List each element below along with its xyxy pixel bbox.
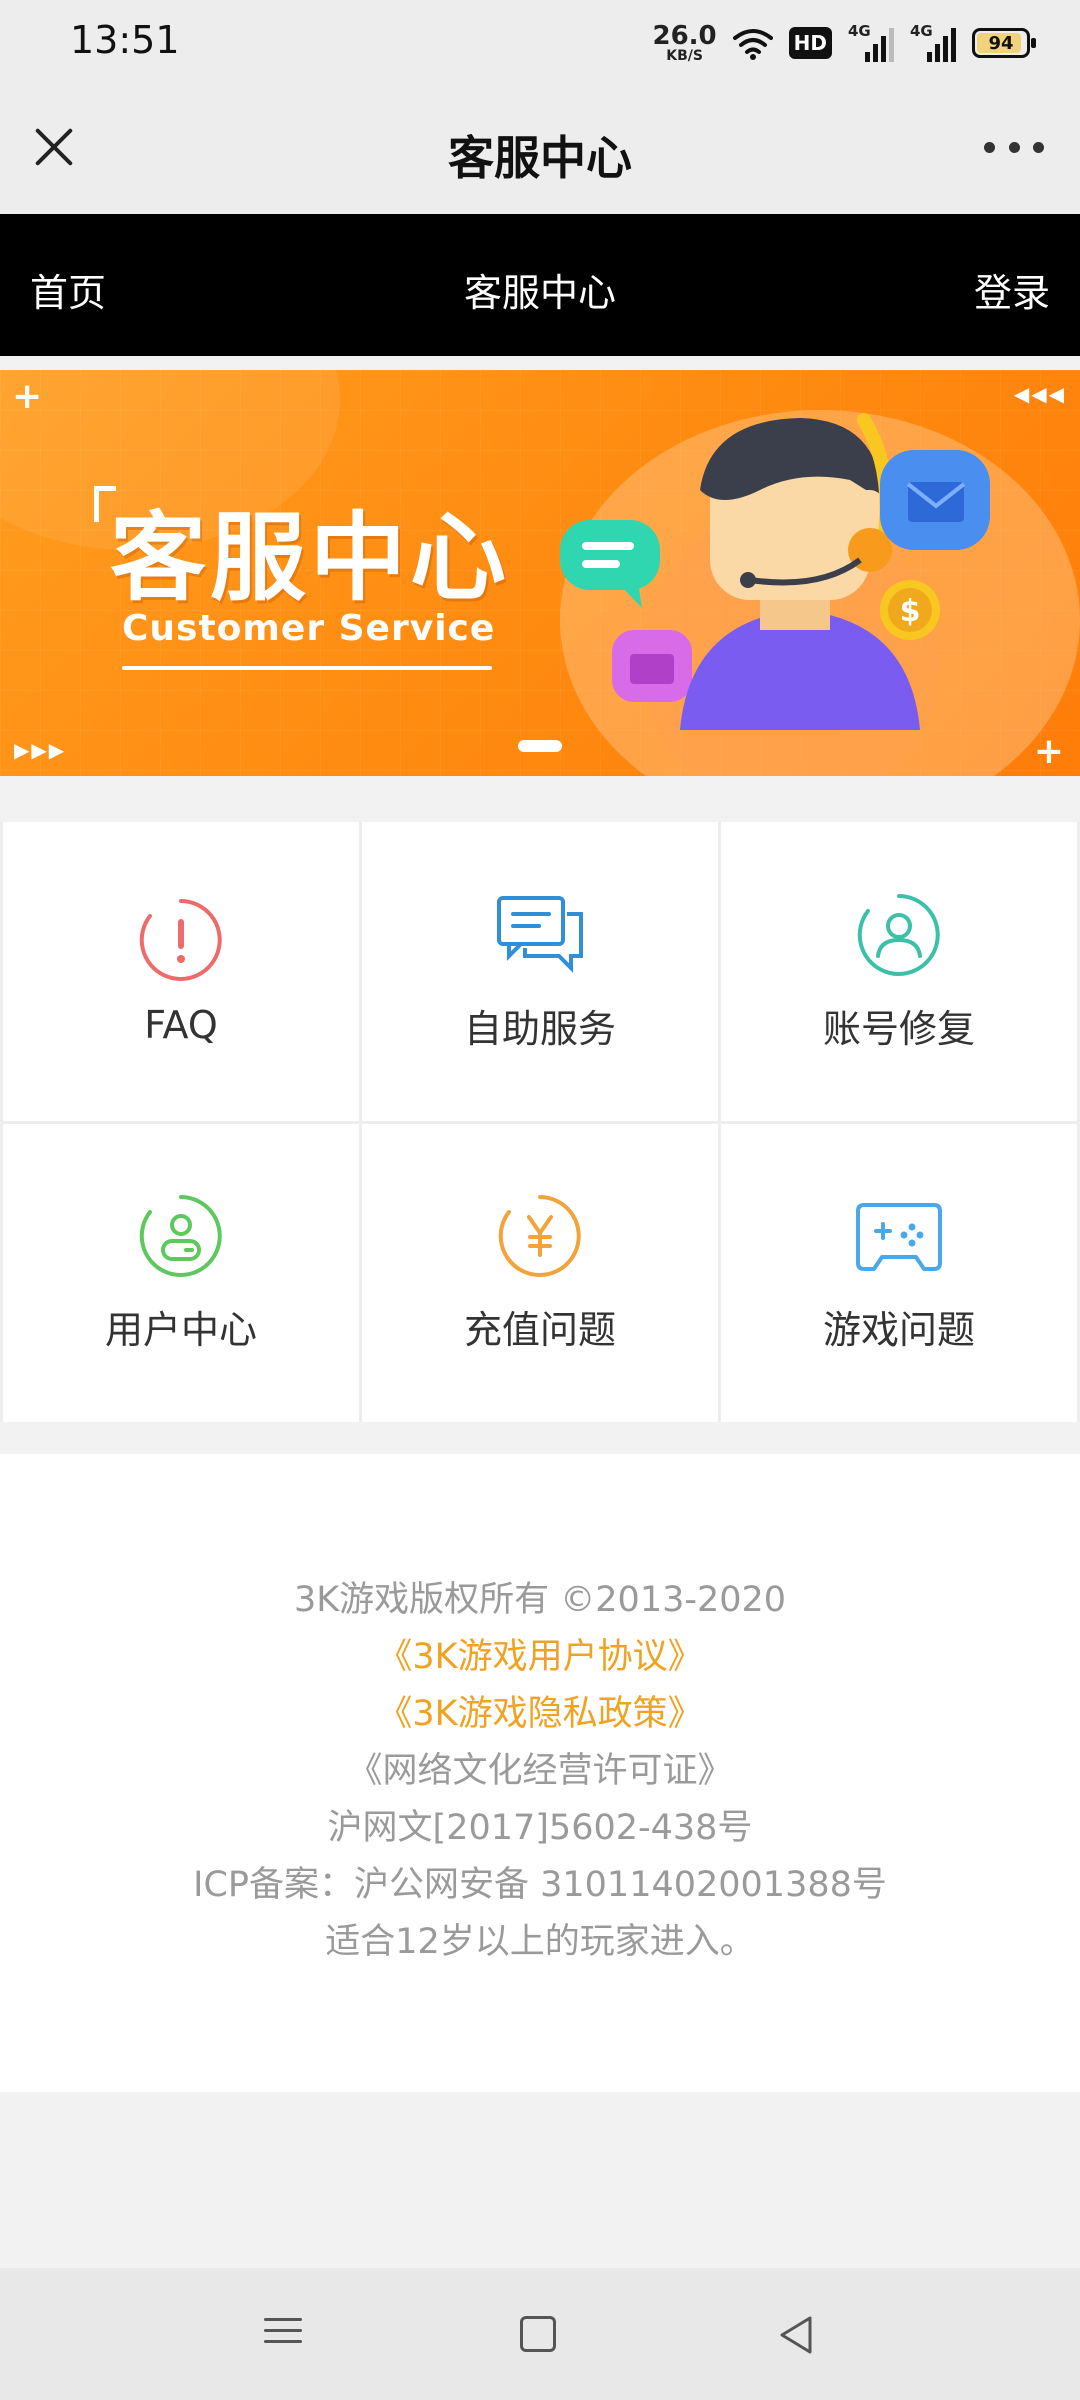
banner-title: 客服中心	[110, 502, 510, 614]
webview-title: 客服中心	[448, 131, 632, 185]
battery-level: 94	[988, 32, 1014, 54]
back-triangle-icon[interactable]	[772, 2310, 822, 2360]
battery-icon: 94	[972, 28, 1036, 58]
service-faq[interactable]: FAQ	[3, 822, 359, 1121]
service-label: 用户中心	[104, 1308, 257, 1353]
net-speed-value: 26.0	[652, 21, 717, 51]
webview-title-bar: 客服中心	[0, 84, 1080, 214]
icp-text: ICP备案：沪公网安备 31011402001388号	[193, 1865, 887, 1905]
signal-icon: 4G	[910, 22, 956, 62]
page-header: 首页 客服中心 登录	[0, 214, 1080, 356]
svg-text:$: $	[900, 594, 921, 629]
status-bar: 13:51 26.0 KB/S HD 4G 4G 94	[0, 0, 1080, 84]
status-icons: 26.0 KB/S HD 4G 4G 94	[653, 18, 1036, 68]
banner-carousel[interactable]: + + ◀◀◀ ▶▶▶ 客服中心 Customer Service $	[0, 370, 1080, 776]
carousel-indicator[interactable]	[518, 740, 562, 752]
login-link[interactable]: 登录	[974, 262, 1050, 317]
status-time: 13:51	[70, 18, 180, 62]
user-center-icon	[139, 1195, 222, 1278]
service-recharge[interactable]: 充值问题	[362, 1123, 718, 1422]
home-square-icon[interactable]	[514, 2310, 564, 2360]
banner-subtitle: Customer Service	[122, 608, 496, 649]
plus-decoration-icon: +	[1033, 731, 1064, 772]
service-label: FAQ	[144, 1003, 218, 1048]
service-grid: FAQ 自助服务 账号修复 用户中心 充值问题 游戏问题	[0, 822, 1080, 1422]
service-user-center[interactable]: 用户中心	[3, 1123, 359, 1422]
service-game-issues[interactable]: 游戏问题	[721, 1123, 1077, 1422]
license-number-text: 沪网文[2017]5602-438号	[327, 1808, 753, 1848]
age-notice-text: 适合12岁以上的玩家进入。	[325, 1922, 755, 1962]
net-speed: 26.0 KB/S	[653, 23, 717, 63]
yuan-coin-icon	[498, 1195, 581, 1278]
net-speed-unit: KB/S	[666, 48, 703, 64]
customer-service-agent-icon: $	[560, 413, 990, 730]
page-title: 客服中心	[463, 271, 616, 315]
arrows-decoration-icon: ◀◀◀	[1013, 382, 1066, 406]
alert-circle-icon	[139, 899, 222, 982]
service-label: 账号修复	[822, 1006, 975, 1051]
arrows-decoration-icon: ▶▶▶	[14, 738, 67, 762]
wifi-icon	[732, 29, 773, 60]
menu-icon[interactable]	[258, 2310, 308, 2360]
system-nav-bar	[0, 2268, 1080, 2400]
chat-bubbles-icon	[497, 895, 583, 973]
copyright-text: 3K游戏版权所有 ©2013-2020	[293, 1580, 787, 1620]
privacy-policy-link[interactable]: 《3K游戏隐私政策》	[0, 1686, 1080, 1743]
signal-icon: 4G	[848, 22, 894, 62]
plus-decoration-icon: +	[12, 376, 43, 417]
user-agreement-link[interactable]: 《3K游戏用户协议》	[0, 1629, 1080, 1686]
hd-icon: HD	[788, 27, 832, 59]
footer: 3K游戏版权所有 ©2013-2020 《3K游戏用户协议》 《3K游戏隐私政策…	[0, 1454, 1080, 2092]
service-label: 充值问题	[463, 1308, 616, 1353]
more-icon[interactable]	[984, 132, 1044, 162]
user-circle-icon	[857, 893, 940, 976]
service-self-help[interactable]: 自助服务	[362, 822, 718, 1121]
culture-license-text: 《网络文化经营许可证》	[347, 1751, 733, 1791]
service-label: 自助服务	[463, 1006, 616, 1051]
gamepad-icon	[856, 1203, 942, 1272]
service-account-repair[interactable]: 账号修复	[721, 822, 1077, 1121]
service-label: 游戏问题	[822, 1308, 975, 1353]
